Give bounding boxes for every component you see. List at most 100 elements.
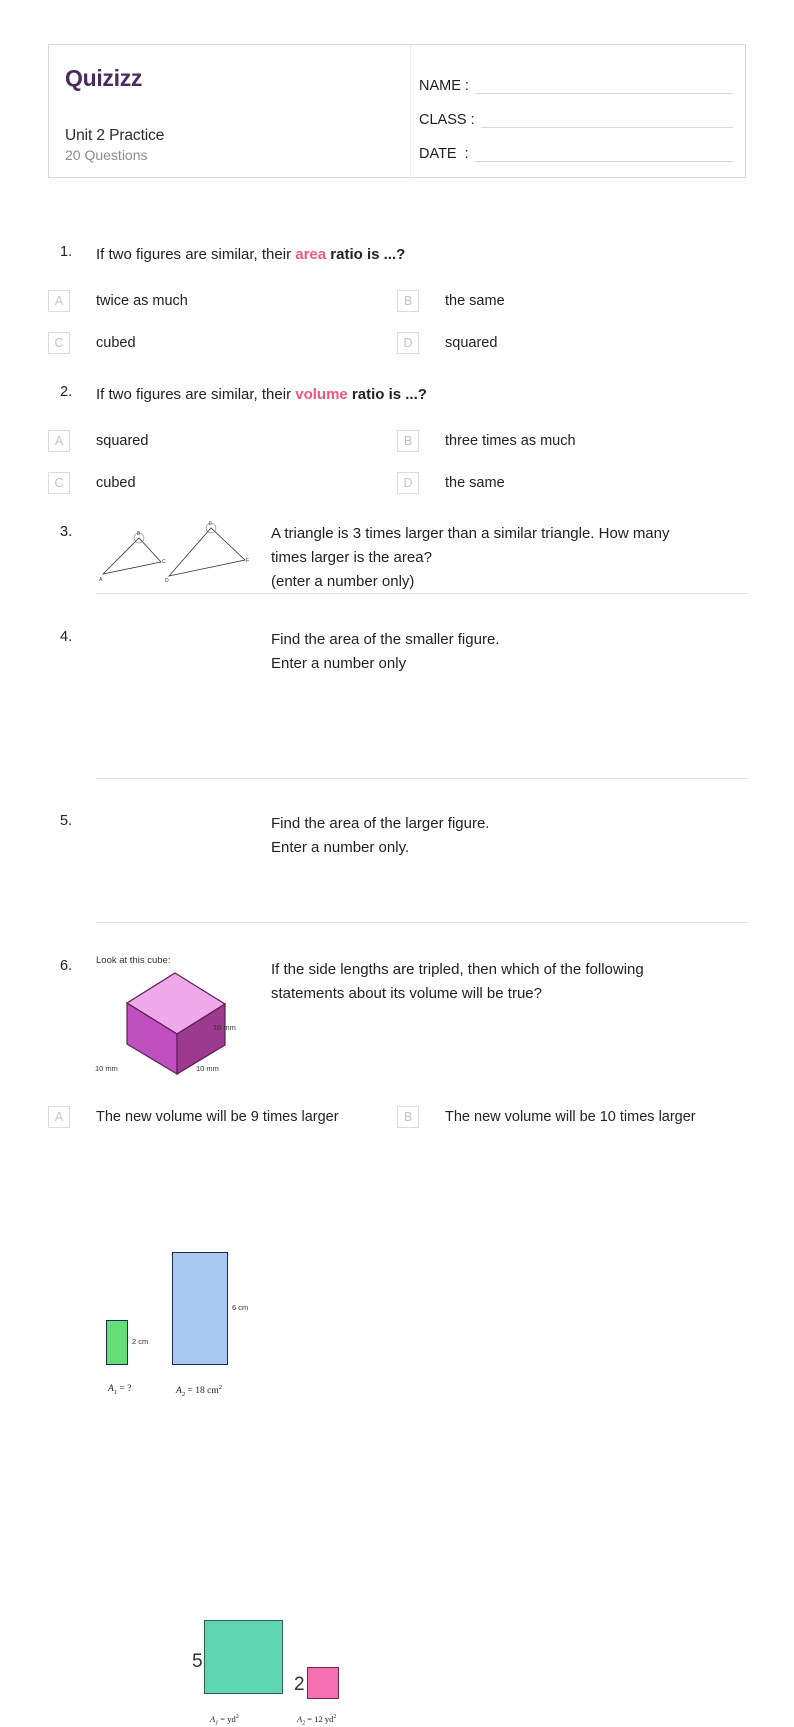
area2-superscript: 2: [218, 1384, 223, 1391]
question-1-text: If two figures are similar, their area r…: [96, 243, 405, 267]
question-5-line-1: Find the area of the larger figure.: [271, 815, 490, 832]
large-teal-square: [204, 1620, 283, 1694]
date-field-row: DATE :: [419, 131, 733, 165]
name-field-row: NAME :: [419, 63, 733, 97]
small-pink-square: [307, 1667, 339, 1699]
svg-text:E: E: [209, 521, 213, 527]
question-2-highlight: volume: [295, 386, 348, 403]
area2-value: = 18 cm: [187, 1386, 219, 1397]
small-square-dimension-label: 2: [294, 1674, 305, 1695]
question-1-option-a[interactable]: A twice as much: [48, 290, 188, 312]
cube-dimension-front: 10 mm: [196, 1064, 219, 1073]
quiz-question-count: 20 Questions: [65, 147, 148, 163]
large-square-dimension-label: 5: [192, 1651, 203, 1672]
option-letter-b: B: [397, 430, 419, 452]
quizizz-logo-text: Quizizz: [65, 65, 143, 91]
question-5-area1-label: A1 = yd2: [210, 1714, 239, 1727]
option-letter-a: A: [48, 1106, 70, 1128]
svg-text:D: D: [165, 578, 169, 582]
question-2-text: If two figures are similar, their volume…: [96, 383, 427, 407]
question-5-text: Find the area of the larger figure. Ente…: [271, 812, 489, 860]
option-text-d: the same: [445, 475, 505, 491]
question-1-option-c[interactable]: C cubed: [48, 332, 136, 354]
area2-subscript: 2: [302, 1720, 306, 1727]
question-4-line-2: Enter a number only: [271, 655, 407, 672]
option-letter-d: D: [397, 332, 419, 354]
svg-text:F: F: [246, 558, 249, 564]
question-5-squares-figure: 5 2 A1 = yd2 A2 = 12 yd2: [96, 808, 339, 1727]
class-field-row: CLASS :: [419, 97, 733, 131]
question-4-rectangles-figure: 2 cm 6 cm A1 = ? A2 = 18 cm2: [96, 625, 261, 1398]
option-text-c: cubed: [96, 475, 136, 491]
question-4-divider: [96, 778, 748, 779]
question-4-text: Find the area of the smaller figure. Ent…: [271, 628, 499, 676]
option-letter-d: D: [397, 472, 419, 494]
area1-value: = yd: [220, 1714, 236, 1724]
cube-dimension-left: 10 mm: [95, 1064, 118, 1073]
large-rectangle-dimension-label: 6 cm: [232, 1303, 249, 1312]
quiz-title: Unit 2 Practice: [65, 127, 165, 144]
date-label: DATE :: [419, 146, 469, 162]
question-1-number: 1.: [60, 244, 73, 260]
question-4-area1-label: A1 = ?: [108, 1384, 131, 1396]
question-4-area2-label: A2 = 18 cm2: [176, 1384, 222, 1398]
question-2-option-b[interactable]: B three times as much: [397, 430, 576, 452]
question-3-line-3: (enter a number only): [271, 573, 415, 590]
question-1-text-after: ratio is ...?: [326, 246, 406, 263]
question-1-option-b[interactable]: B the same: [397, 290, 505, 312]
area1-superscript: 2: [235, 1714, 239, 1721]
name-input-line[interactable]: [474, 93, 733, 94]
svg-text:C: C: [162, 559, 166, 565]
question-4-number: 4.: [60, 629, 73, 645]
option-letter-c: C: [48, 332, 70, 354]
student-info-fields: NAME : CLASS : DATE :: [419, 63, 733, 165]
small-green-rectangle: [106, 1320, 128, 1365]
area1-subscript: 1: [113, 1388, 118, 1396]
question-3-line-1: A triangle is 3 times larger than a simi…: [271, 525, 670, 542]
question-6-option-b[interactable]: B The new volume will be 10 times larger: [397, 1106, 696, 1128]
option-text-d: squared: [445, 335, 498, 351]
question-4-line-1: Find the area of the smaller figure.: [271, 631, 500, 648]
question-2-option-d[interactable]: D the same: [397, 472, 505, 494]
question-6-option-a[interactable]: A The new volume will be 9 times larger: [48, 1106, 339, 1128]
class-label: CLASS :: [419, 112, 475, 128]
option-text-a: twice as much: [96, 293, 188, 309]
question-2-text-before: If two figures are similar, their: [96, 386, 296, 403]
quizizz-logo: Quizizz: [65, 67, 409, 90]
question-3-divider: [96, 593, 748, 594]
class-input-line[interactable]: [480, 127, 733, 128]
question-2-number: 2.: [60, 384, 73, 400]
question-6-figure-caption: Look at this cube:: [96, 955, 171, 966]
question-3-number: 3.: [60, 524, 73, 540]
area2-value: = 12 yd: [307, 1714, 334, 1724]
question-2-text-after: ratio is ...?: [347, 386, 427, 403]
area1-value: = ?: [119, 1384, 132, 1394]
option-text-a: squared: [96, 433, 149, 449]
question-6-text: If the side lengths are tripled, then wh…: [271, 958, 644, 1006]
option-letter-b: B: [397, 1106, 419, 1128]
large-blue-rectangle: [172, 1252, 228, 1365]
header-divider: [410, 45, 411, 177]
cube-dimension-right: 10 mm: [213, 1023, 236, 1032]
area1-subscript: 1: [215, 1720, 219, 1727]
question-5-line-2: Enter a number only.: [271, 839, 410, 856]
question-2-option-a[interactable]: A squared: [48, 430, 148, 452]
option-letter-b: B: [397, 290, 419, 312]
option-letter-a: A: [48, 290, 70, 312]
option-text-b: the same: [445, 293, 505, 309]
area2-subscript: 2: [181, 1391, 186, 1399]
question-6-line-1: If the side lengths are tripled, then wh…: [271, 961, 644, 978]
small-rectangle-dimension-label: 2 cm: [132, 1337, 149, 1346]
question-5-divider: [96, 922, 748, 923]
svg-text:A: A: [99, 577, 103, 582]
question-6-line-2: statements about its volume will be true…: [271, 985, 542, 1002]
question-1-option-d[interactable]: D squared: [397, 332, 497, 354]
quiz-header-card: Quizizz Unit 2 Practice 20 Questions NAM…: [48, 44, 746, 178]
option-text-c: cubed: [96, 335, 136, 351]
date-input-line[interactable]: [474, 161, 733, 162]
option-letter-c: C: [48, 472, 70, 494]
question-2-option-c[interactable]: C cubed: [48, 472, 136, 494]
question-1-text-before: If two figures are similar, their: [96, 246, 296, 263]
question-6-number: 6.: [60, 958, 73, 974]
svg-text:B: B: [137, 531, 141, 537]
